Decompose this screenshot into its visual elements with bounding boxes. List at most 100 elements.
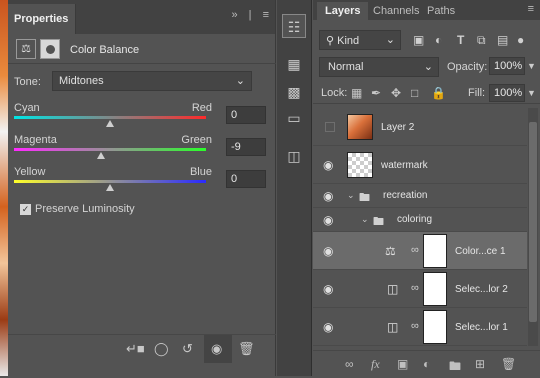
eye-icon[interactable]: ◉ [323, 213, 333, 227]
new-adjustment-icon[interactable]: ◐ [423, 357, 430, 371]
collapse-icon[interactable]: » [231, 9, 237, 21]
chevron-down-icon: ⌄ [385, 34, 395, 46]
fill-field[interactable]: 100% [489, 84, 525, 102]
lock-row: Lock: ▦ ✒ ✥ □ 🔒 Fill: 100% ▼ [313, 82, 540, 104]
lock-position-icon[interactable]: ✥ [391, 86, 401, 100]
layer-row[interactable]: ◉ ◫ ∞ Selec...lor 1 [313, 308, 527, 346]
link-icon[interactable]: ∞ [411, 282, 419, 294]
layer-row[interactable]: Layer 2 [313, 108, 527, 146]
color-balance-icon: ⚖ [385, 244, 396, 258]
folder-icon: 🖿 [373, 216, 384, 228]
eye-icon[interactable]: ◉ [323, 189, 333, 203]
fill-dropdown-icon[interactable]: ▼ [527, 88, 536, 98]
clip-to-layer-icon[interactable]: ↵■ [126, 341, 145, 357]
filter-toggle-icon[interactable]: ● [517, 33, 524, 47]
gradient-icon[interactable]: ▭ [282, 106, 306, 130]
layer-mask-thumbnail[interactable] [423, 272, 447, 306]
adjustments-sliders-icon[interactable]: ☷ [282, 14, 306, 38]
chevron-down-icon[interactable]: ⌄ [347, 190, 355, 201]
new-group-icon[interactable]: 🖿 [449, 357, 461, 378]
selective-color-icon: ◫ [387, 320, 399, 334]
properties-tab-bar: Properties » | ≡ [8, 0, 275, 34]
panel-menu-icon[interactable]: ≡ [528, 3, 534, 15]
preserve-luminosity[interactable]: ✓ Preserve Luminosity [20, 203, 135, 215]
magenta-green-track[interactable] [14, 148, 206, 151]
folder-icon: 🖿 [359, 192, 370, 204]
layer-mask-thumbnail[interactable] [423, 234, 447, 268]
magenta-green-value-field[interactable]: -9 [226, 138, 266, 156]
layer-thumbnail [347, 114, 373, 140]
trash-icon[interactable]: 🗑 [238, 341, 255, 357]
link-icon[interactable]: ∞ [411, 244, 419, 256]
slider-thumb[interactable] [106, 184, 114, 191]
swatches-icon[interactable]: ▩ [282, 80, 306, 104]
eye-icon[interactable]: ◉ [323, 282, 333, 296]
blend-row: Normal ⌄ Opacity: 100% ▼ [313, 56, 540, 78]
layer-row[interactable]: ◉ ◫ ∞ Selec...lor 2 [313, 270, 527, 308]
layers-tab-bar: Layers Channels Paths ≡ [313, 0, 540, 20]
layers-scrollbar[interactable] [528, 108, 538, 346]
layer-mask-icon[interactable] [40, 39, 60, 59]
layers-footer: ∞ fx ▣ ◐ 🖿 ⊞ 🗑 [313, 350, 540, 376]
opacity-field[interactable]: 100% [489, 57, 525, 75]
panel-menu-icon[interactable]: ≡ [263, 9, 269, 21]
cyan-red-value-field[interactable]: 0 [226, 106, 266, 124]
slider-left-label: Magenta [14, 134, 57, 146]
reset-icon[interactable]: ↺ [182, 341, 193, 357]
tab-paths[interactable]: Paths [419, 2, 463, 20]
type-filter-icon[interactable]: T [457, 33, 464, 47]
eye-icon[interactable]: ◉ [323, 320, 333, 334]
chevron-down-icon[interactable]: ⌄ [361, 214, 369, 225]
view-previous-state-icon[interactable]: ◯ [154, 341, 169, 357]
adjustment-filter-icon[interactable]: ◐ [435, 33, 442, 47]
visibility-toggle-off[interactable] [325, 122, 335, 132]
layer-name: Layer 2 [381, 122, 415, 133]
layer-row-selected[interactable]: ◉ ⚖ ∞ Color...ce 1 [313, 232, 527, 270]
link-icon[interactable]: ∞ [411, 320, 419, 332]
slider-thumb[interactable] [97, 152, 106, 159]
preserve-luminosity-checkbox[interactable]: ✓ [20, 203, 31, 215]
slider-right-label: Blue [189, 166, 212, 178]
document-icon[interactable]: ◫ [282, 144, 306, 168]
link-layers-icon[interactable]: ∞ [345, 357, 354, 371]
filter-kind-select[interactable]: ⚲ Kind ⌄ [319, 30, 401, 50]
cyan-red-track[interactable] [14, 116, 206, 119]
layer-row[interactable]: ◉ watermark [313, 146, 527, 184]
layer-name: Selec...lor 1 [455, 322, 508, 333]
shape-filter-icon[interactable]: ⧉ [477, 33, 486, 48]
yellow-blue-value-field[interactable]: 0 [226, 170, 266, 188]
smart-object-filter-icon[interactable]: ▤ [497, 33, 508, 47]
trash-icon[interactable]: 🗑 [501, 357, 516, 371]
fx-icon[interactable]: fx [371, 357, 380, 372]
blend-mode-select[interactable]: Normal ⌄ [319, 57, 439, 77]
search-icon: ⚲ [326, 35, 338, 47]
separator: | [248, 9, 252, 21]
tone-select[interactable]: Midtones ⌄ [52, 71, 252, 91]
chevron-down-icon: ⌄ [423, 61, 433, 73]
lock-artboard-icon[interactable]: □ [411, 86, 418, 100]
toggle-visibility-button[interactable]: ◉ [204, 335, 232, 363]
layer-mask-thumbnail[interactable] [423, 310, 447, 344]
color-balance-icon[interactable]: ⚖ [16, 39, 36, 59]
new-layer-icon[interactable]: ⊞ [475, 357, 485, 371]
lock-all-icon[interactable]: 🔒 [431, 86, 446, 100]
grid-icon[interactable]: ▦ [282, 52, 306, 76]
eye-icon[interactable]: ◉ [323, 244, 333, 258]
layer-thumbnail [347, 152, 373, 178]
group-row[interactable]: ◉ ⌄ 🖿 recreation [313, 184, 527, 208]
tab-properties[interactable]: Properties [8, 4, 76, 34]
lock-transparent-icon[interactable]: ▦ [351, 86, 362, 100]
eye-icon[interactable]: ◉ [323, 158, 333, 172]
layer-list: Layer 2 ◉ watermark ◉ ⌄ 🖿 recreation ◉ ⌄… [313, 108, 527, 346]
layer-name: Color...ce 1 [455, 246, 506, 257]
tone-label: Tone: [14, 76, 41, 88]
slider-thumb[interactable] [106, 120, 114, 127]
tab-layers[interactable]: Layers [317, 2, 369, 20]
yellow-blue-track[interactable] [14, 180, 206, 183]
group-row[interactable]: ◉ ⌄ 🖿 coloring [313, 208, 527, 232]
pixel-filter-icon[interactable]: ▣ [413, 33, 424, 47]
lock-image-icon[interactable]: ✒ [371, 86, 381, 100]
scrollbar-thumb[interactable] [529, 122, 537, 322]
opacity-dropdown-icon[interactable]: ▼ [527, 61, 536, 71]
add-mask-icon[interactable]: ▣ [397, 357, 408, 371]
